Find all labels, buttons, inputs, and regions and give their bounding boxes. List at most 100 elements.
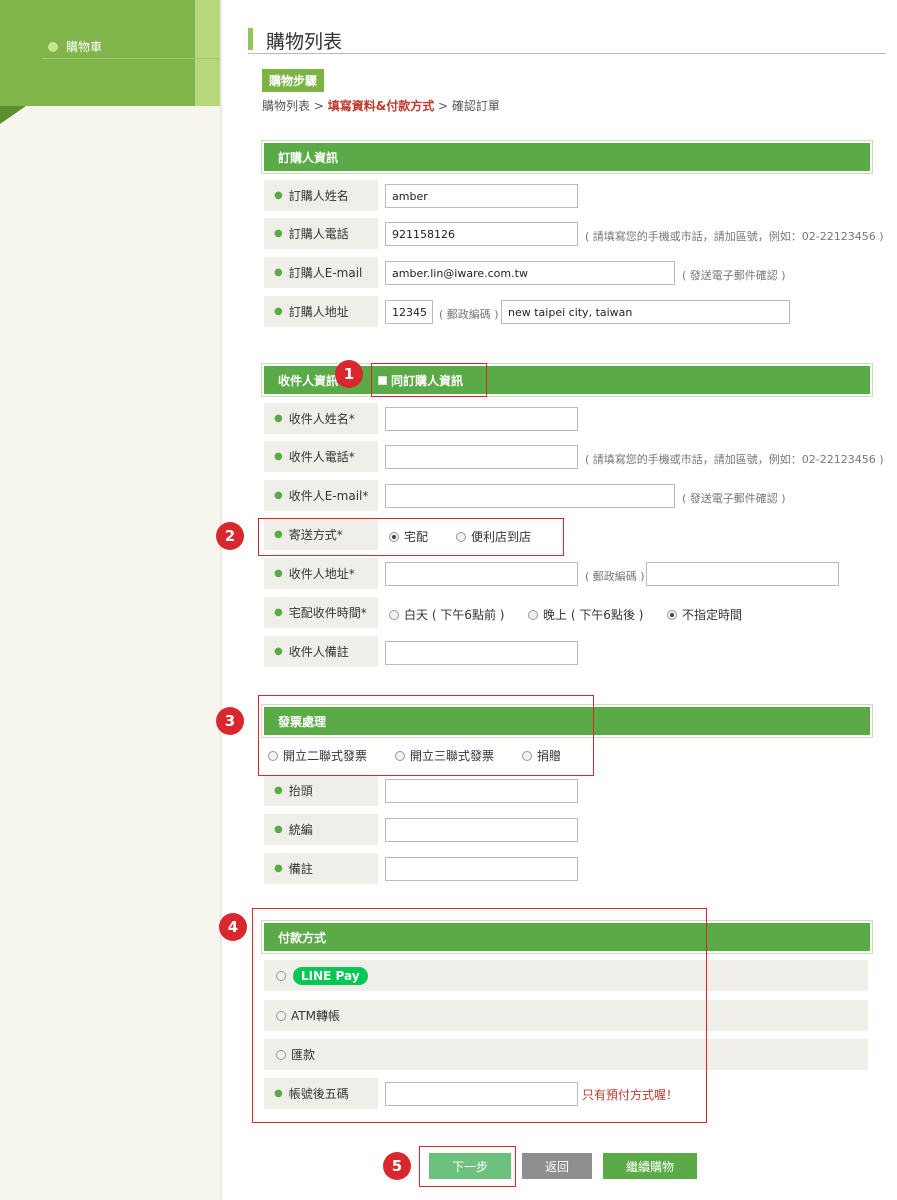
breadcrumb-step-1: 購物列表 <box>262 99 311 113</box>
label-text: 收件人姓名* <box>288 412 355 426</box>
buyer-name-input[interactable]: amber <box>385 184 578 208</box>
field-label: ● 收件人姓名* <box>264 403 378 434</box>
annotation-box-4 <box>252 908 707 1123</box>
continue-shopping-button[interactable]: 繼續購物 <box>603 1153 697 1179</box>
bullet-icon: ● <box>274 607 283 618</box>
zip-hint: ( 郵政編碼 ) <box>439 308 499 321</box>
radio-icon <box>389 609 399 620</box>
field-label: ● 備註 <box>264 853 378 884</box>
time-night-radio[interactable]: 晚上 ( 下午6點後 ) <box>528 606 643 623</box>
receiver-email-input[interactable] <box>385 484 675 508</box>
field-label: ● 訂購人姓名 <box>264 180 378 211</box>
field-label: ● 統編 <box>264 814 378 845</box>
breadcrumb-step-2: 填寫資料&付款方式 <box>327 99 435 113</box>
label-text: 宅配收件時間* <box>288 606 367 620</box>
receiver-note-input[interactable] <box>385 641 578 665</box>
sidebar-divider <box>42 58 220 59</box>
breadcrumb-step-3: 確認訂單 <box>451 99 500 113</box>
annotation-badge-4: 4 <box>219 913 247 941</box>
receiver-phone-input[interactable] <box>385 445 578 469</box>
annotation-badge-5: 5 <box>383 1152 411 1180</box>
annotation-badge-3: 3 <box>216 707 244 735</box>
label-text: 備註 <box>288 862 313 876</box>
label-text: 訂購人電話 <box>288 227 349 241</box>
bullet-icon: ● <box>274 785 283 796</box>
field-label: ● 宅配收件時間* <box>264 597 378 628</box>
invoice-title-input[interactable] <box>385 779 578 803</box>
invoice-tax-id-input[interactable] <box>385 818 578 842</box>
field-label: ● 訂購人地址 <box>264 296 378 327</box>
phone-hint: ( 請填寫您的手機或市話，請加區號，例如：02-22123456 ) <box>585 230 884 243</box>
sidebar-tab-fold <box>0 106 26 124</box>
back-button[interactable]: 返回 <box>522 1153 592 1179</box>
email-hint: ( 發送電子郵件確認 ) <box>682 492 786 505</box>
field-label: ● 抬頭 <box>264 775 378 806</box>
radio-icon <box>528 609 538 620</box>
invoice-note-input[interactable] <box>385 857 578 881</box>
annotation-box-1 <box>371 363 487 397</box>
page-title: 購物列表 <box>266 31 343 53</box>
breadcrumb-separator: > <box>438 99 449 113</box>
field-label: ● 收件人地址* <box>264 558 378 589</box>
field-label: ● 訂購人電話 <box>264 218 378 249</box>
sidebar-active-tab <box>0 0 220 106</box>
breadcrumb: 購物列表 > 填寫資料&付款方式 > 確認訂單 <box>262 97 500 114</box>
bullet-icon: ● <box>274 646 283 657</box>
sidebar-tab-accent <box>195 0 220 106</box>
label-text: 抬頭 <box>288 784 313 798</box>
label-text: 訂購人E-mail <box>288 266 363 280</box>
label-text: 訂購人地址 <box>288 305 349 319</box>
title-accent <box>248 28 253 50</box>
buyer-email-input[interactable]: amber.lin@iware.com.tw <box>385 261 675 285</box>
label-text: 訂購人姓名 <box>288 189 349 203</box>
bullet-icon: ● <box>274 267 283 278</box>
bullet-icon: ● <box>274 451 283 462</box>
radio-icon <box>667 609 677 620</box>
section-header-buyer: 訂購人資訊 <box>261 140 873 174</box>
field-label: ● 訂購人E-mail <box>264 257 378 288</box>
label-text: 收件人E-mail* <box>288 489 369 503</box>
radio-label: 不指定時間 <box>682 608 743 622</box>
bullet-icon: ● <box>274 228 283 239</box>
radio-label: 晚上 ( 下午6點後 ) <box>543 608 644 622</box>
receiver-address-input[interactable] <box>646 562 839 586</box>
annotation-badge-1: 1 <box>335 360 363 388</box>
annotation-box-3 <box>258 695 594 776</box>
buyer-phone-input[interactable]: 921158126 <box>385 222 578 246</box>
sidebar-shadow <box>220 0 223 1200</box>
section-title: 收件人資訊 <box>278 373 339 388</box>
zip-hint: ( 郵政編碼 ) <box>585 570 645 583</box>
steps-badge: 購物步驟 <box>262 69 325 92</box>
receiver-name-input[interactable] <box>385 407 578 431</box>
buyer-zip-input[interactable]: 12345 <box>385 300 433 324</box>
field-label: ● 收件人E-mail* <box>264 480 378 511</box>
phone-hint: ( 請填寫您的手機或市話，請加區號，例如：02-22123456 ) <box>585 453 884 466</box>
label-text: 收件人電話* <box>288 450 355 464</box>
annotation-badge-2: 2 <box>216 522 244 550</box>
time-any-radio[interactable]: 不指定時間 <box>667 606 742 623</box>
bullet-icon: ● <box>274 190 283 201</box>
circle-bullet-icon <box>48 41 58 52</box>
breadcrumb-separator: > <box>313 99 324 113</box>
sidebar-item-cart[interactable]: 購物車 <box>48 38 102 55</box>
bullet-icon: ● <box>274 863 283 874</box>
annotation-box-2 <box>258 518 564 556</box>
label-text: 收件人地址* <box>288 567 355 581</box>
bullet-icon: ● <box>274 568 283 579</box>
field-label: ● 收件人備註 <box>264 636 378 667</box>
email-hint: ( 發送電子郵件確認 ) <box>682 269 786 282</box>
bullet-icon: ● <box>274 306 283 317</box>
title-divider <box>248 53 886 54</box>
label-text: 收件人備註 <box>288 645 349 659</box>
label-text: 統編 <box>288 823 313 837</box>
receiver-zip-input[interactable] <box>385 562 578 586</box>
bullet-icon: ● <box>274 490 283 501</box>
sidebar-item-label: 購物車 <box>66 40 103 54</box>
sidebar: 購物車 <box>0 0 220 1200</box>
bullet-icon: ● <box>274 413 283 424</box>
buyer-address-input[interactable]: new taipei city, taiwan <box>501 300 790 324</box>
field-label: ● 收件人電話* <box>264 441 378 472</box>
annotation-box-5 <box>419 1146 516 1187</box>
time-day-radio[interactable]: 白天 ( 下午6點前 ) <box>389 606 504 623</box>
radio-label: 白天 ( 下午6點前 ) <box>404 608 505 622</box>
